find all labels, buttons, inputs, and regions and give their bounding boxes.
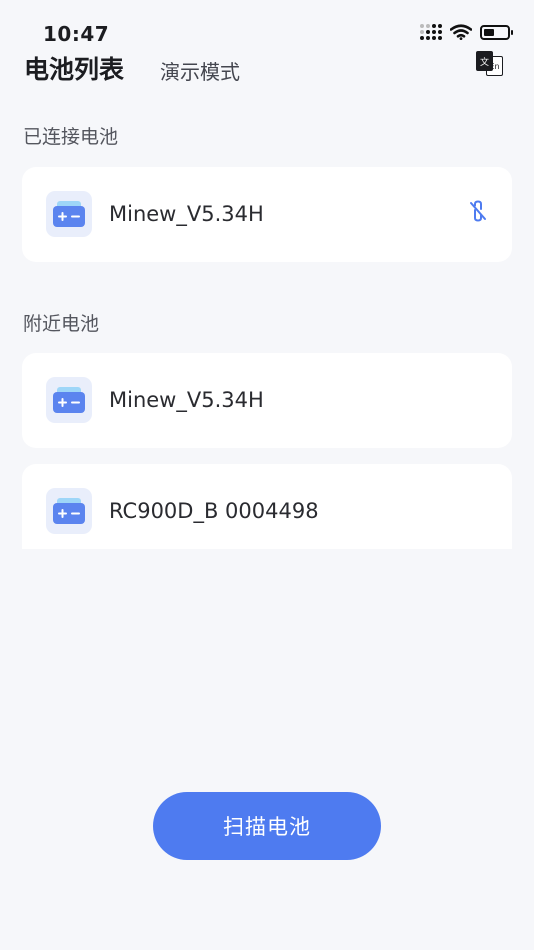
- nearby-battery-card[interactable]: RC900D_B 0004498: [22, 464, 512, 549]
- battery-icon: [46, 377, 92, 423]
- nearby-battery-name: Minew_V5.34H: [109, 388, 264, 412]
- nearby-battery-card[interactable]: Minew_V5.34H: [22, 353, 512, 448]
- lang-zh-label: 文: [476, 51, 493, 71]
- nearby-battery-name: RC900D_B 0004498: [109, 499, 319, 523]
- page-title: 电池列表: [24, 55, 125, 84]
- disconnect-icon[interactable]: [466, 199, 490, 223]
- battery-icon: [46, 488, 92, 534]
- connected-battery-card[interactable]: Minew_V5.34H: [22, 167, 512, 262]
- nearby-section-label: 附近电池: [23, 313, 100, 335]
- language-switch-icon[interactable]: En 文: [476, 51, 504, 77]
- connected-battery-name: Minew_V5.34H: [109, 202, 264, 226]
- battery-icon: [46, 191, 92, 237]
- status-time: 10:47: [43, 22, 110, 46]
- header: 电池列表 演示模式 En 文: [0, 48, 534, 88]
- status-icons: [420, 24, 513, 40]
- status-bar: 10:47: [0, 0, 534, 50]
- wifi-icon: [450, 24, 472, 40]
- connected-section-label: 已连接电池: [23, 126, 119, 148]
- demo-mode-button[interactable]: 演示模式: [160, 56, 240, 85]
- scan-batteries-button[interactable]: 扫描电池: [153, 792, 381, 860]
- cellular-signal-icon: [420, 24, 442, 40]
- battery-status-icon: [480, 24, 513, 40]
